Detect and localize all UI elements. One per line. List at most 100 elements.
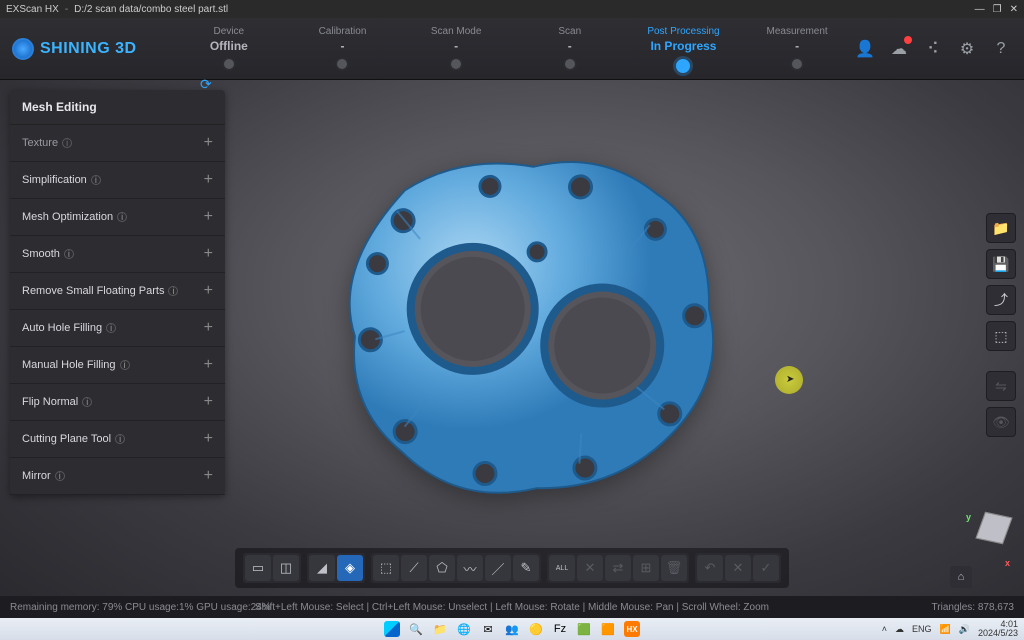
system-tray[interactable]: ˄ ☁ ENG 📶 🔊 4:01 2024/5/23: [882, 620, 1018, 638]
view-reset-button[interactable]: ⌂: [950, 566, 972, 588]
os-titlebar: EXScan HX - D:/2 scan data/combo steel p…: [0, 0, 1024, 18]
info-icon: i: [106, 323, 116, 333]
status-triangles: Triangles: 878,673: [932, 602, 1014, 613]
workflow-step-calibration[interactable]: Calibration-: [287, 26, 397, 73]
export-button[interactable]: ⤴: [986, 285, 1016, 315]
viewport-3d[interactable]: [300, 138, 760, 518]
start-button[interactable]: [384, 621, 400, 637]
tool-apply[interactable]: ✓: [753, 555, 779, 581]
visibility-toggle[interactable]: 👁: [986, 407, 1016, 437]
app-root: SHINING 3D DeviceOfflineCalibration-Scan…: [0, 18, 1024, 618]
tool-select-rect[interactable]: ▭: [245, 555, 271, 581]
mesh-tool-mesh-optimization[interactable]: Mesh Optimizationi+: [10, 199, 225, 236]
task-chrome[interactable]: 🟡: [528, 621, 544, 637]
workflow-steps: DeviceOfflineCalibration-Scan Mode-Scan-…: [172, 24, 854, 73]
expand-icon: +: [204, 467, 213, 485]
mesh-tool-smooth[interactable]: Smoothi+: [10, 236, 225, 273]
window-maximize[interactable]: ❐: [993, 4, 1002, 15]
save-button[interactable]: 💾: [986, 249, 1016, 279]
expand-icon: +: [204, 208, 213, 226]
tray-sound-icon[interactable]: 🔊: [959, 624, 970, 635]
tool-shade-flat[interactable]: ◢: [309, 555, 335, 581]
task-edge[interactable]: 🌐: [456, 621, 472, 637]
tool-sel-invert[interactable]: ⇄: [605, 555, 631, 581]
expand-icon: +: [204, 430, 213, 448]
windows-taskbar: 🔍 📁 🌐 ✉ 👥 🟡 Fz 🟩 🟧 HX ˄ ☁ ENG 📶 🔊 4:01 2…: [0, 618, 1024, 640]
mesh-tool-flip-normal[interactable]: Flip Normali+: [10, 384, 225, 421]
tray-lang[interactable]: ENG: [912, 624, 932, 634]
window-close[interactable]: ✕: [1010, 4, 1018, 15]
share-icon[interactable]: ⠪: [922, 38, 944, 60]
tray-chevron-up-icon[interactable]: ˄: [882, 624, 887, 634]
mesh-tool-remove-small-floating-parts[interactable]: Remove Small Floating Partsi+: [10, 273, 225, 310]
task-teams[interactable]: 👥: [504, 621, 520, 637]
expand-icon: +: [204, 245, 213, 263]
tool-sel-poly[interactable]: ⬠: [429, 555, 455, 581]
tray-date: 2024/5/23: [978, 629, 1018, 638]
mesh-tool-manual-hole-filling[interactable]: Manual Hole Fillingi+: [10, 347, 225, 384]
mesh-cube-button[interactable]: ⬚: [986, 321, 1016, 351]
info-icon: i: [168, 286, 178, 296]
task-ppt[interactable]: 🟧: [600, 621, 616, 637]
expand-icon: +: [204, 171, 213, 189]
mesh-tool-auto-hole-filling[interactable]: Auto Hole Fillingi+: [10, 310, 225, 347]
workflow-step-measurement[interactable]: Measurement-: [742, 26, 852, 73]
tool-sel-free[interactable]: 〰: [457, 555, 483, 581]
tool-sel-lasso[interactable]: ⟋: [401, 555, 427, 581]
mirror-toggle[interactable]: ⇋: [986, 371, 1016, 401]
mesh-tool-mirror[interactable]: Mirrori+: [10, 458, 225, 495]
settings-gear-icon[interactable]: ⚙: [956, 38, 978, 60]
tool-sel-delete[interactable]: 🗑: [661, 555, 687, 581]
info-icon: i: [115, 434, 125, 444]
window-minimize[interactable]: —: [975, 4, 985, 15]
tool-cancel[interactable]: ✕: [725, 555, 751, 581]
workflow-step-scan-mode[interactable]: Scan Mode-: [401, 26, 511, 73]
account-icon[interactable]: 👤: [854, 38, 876, 60]
mesh-tool-cutting-plane-tool[interactable]: Cutting Plane Tool i +: [10, 421, 225, 458]
side-item-label: Remove Small Floating Parts: [22, 285, 164, 297]
mesh-tool-texture[interactable]: Texture i +: [10, 125, 225, 162]
tool-sel-grow[interactable]: ⊞: [633, 555, 659, 581]
right-rail: 📁 💾 ⤴ ⬚ ⇋ 👁: [986, 213, 1016, 437]
side-item-label: Mirror: [22, 470, 51, 482]
cursor-icon: ➤: [786, 374, 794, 385]
tray-wifi-icon[interactable]: 📶: [940, 624, 951, 635]
brand-logo: SHINING 3D: [12, 38, 172, 60]
tool-select-cube[interactable]: ◫: [273, 555, 299, 581]
orientation-gizmo[interactable]: yx: [952, 514, 1008, 570]
task-explorer[interactable]: 📁: [432, 621, 448, 637]
info-icon: i: [64, 249, 74, 259]
side-item-label: Manual Hole Filling: [22, 359, 116, 371]
bottom-toolbar: ▭◫◢◈⬚⟋⬠〰／✎ALL✕⇄⊞🗑↶✕✓: [235, 548, 789, 588]
help-icon[interactable]: ?: [990, 38, 1012, 60]
info-icon: i: [117, 212, 127, 222]
task-filezilla[interactable]: Fz: [552, 621, 568, 637]
workflow-step-post-processing[interactable]: Post ProcessingIn Progress: [628, 26, 738, 73]
tool-undo[interactable]: ↶: [697, 555, 723, 581]
notifications-icon[interactable]: ☁: [888, 38, 910, 60]
globe-icon: [12, 38, 34, 60]
workflow-step-scan[interactable]: Scan-: [515, 26, 625, 73]
tool-sel-line[interactable]: ／: [485, 555, 511, 581]
side-item-label: Cutting Plane Tool: [22, 433, 111, 445]
workflow-step-device[interactable]: DeviceOffline: [174, 26, 284, 73]
task-mail[interactable]: ✉: [480, 621, 496, 637]
task-search[interactable]: 🔍: [408, 621, 424, 637]
tool-sel-brush[interactable]: ✎: [513, 555, 539, 581]
side-item-label: Texture: [22, 137, 58, 149]
top-bar: SHINING 3D DeviceOfflineCalibration-Scan…: [0, 18, 1024, 80]
tool-sel-all[interactable]: ALL: [549, 555, 575, 581]
open-project-button[interactable]: 📁: [986, 213, 1016, 243]
tool-sel-none[interactable]: ✕: [577, 555, 603, 581]
task-excel[interactable]: 🟩: [576, 621, 592, 637]
task-hx[interactable]: HX: [624, 621, 640, 637]
file-path: D:/2 scan data/combo steel part.stl: [74, 4, 228, 15]
expand-icon: +: [204, 134, 213, 152]
tray-cloud-icon[interactable]: ☁: [895, 624, 904, 635]
tool-sel-box[interactable]: ⬚: [373, 555, 399, 581]
expand-icon: +: [204, 319, 213, 337]
expand-icon: +: [204, 393, 213, 411]
tool-shade-smooth[interactable]: ◈: [337, 555, 363, 581]
mesh-tool-simplification[interactable]: Simplificationi+: [10, 162, 225, 199]
info-icon: i: [62, 138, 72, 148]
